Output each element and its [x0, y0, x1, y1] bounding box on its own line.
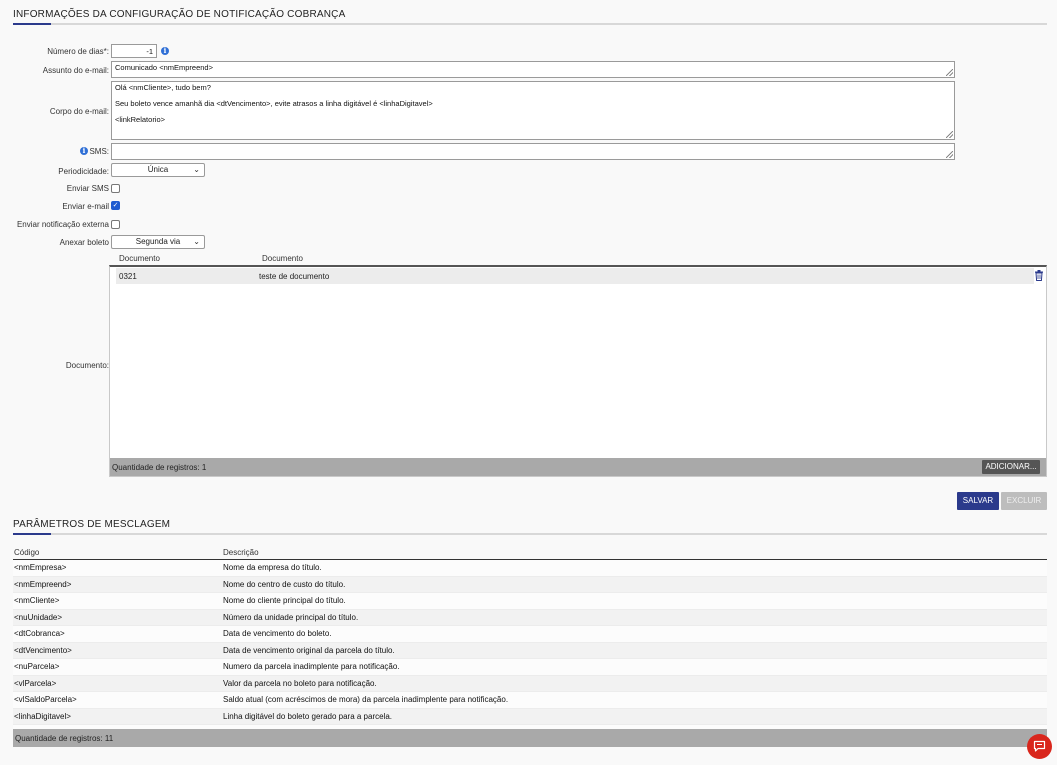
table-row[interactable]: <nmEmpresa> Nome da empresa do título. [13, 559, 1047, 577]
table-row[interactable]: 0321 teste de documento [116, 268, 1034, 284]
chat-button[interactable] [1027, 734, 1052, 759]
corpo-line-3: <linkRelatorio> [115, 115, 166, 124]
section-title-config: INFORMAÇÕES DA CONFIGURAÇÃO DE NOTIFICAÇ… [13, 9, 346, 20]
assunto-textarea[interactable]: Comunicado <nmEmpreend> [111, 61, 955, 78]
enviar-email-checkbox[interactable]: ✓ [111, 201, 120, 210]
doc-grid: 0321 teste de documento Quantidade de re… [109, 265, 1047, 477]
chevron-down-icon: ⌄ [193, 237, 200, 246]
table-row[interactable]: <nuUnidade> Número da unidade principal d… [13, 609, 1047, 626]
section-divider [13, 533, 1047, 535]
merge-table-footer: Quantidade de registros: 11 [13, 729, 1047, 747]
table-row[interactable]: <vlSaldoParcela> Saldo atual (com acrésci… [13, 691, 1047, 709]
periodicidade-label: Periodicidade: [58, 167, 109, 176]
periodicidade-select[interactable]: Única ⌄ [111, 163, 205, 177]
trash-icon[interactable] [1034, 270, 1044, 281]
col-header-codigo[interactable]: Código [13, 546, 222, 560]
resize-grip-icon[interactable] [946, 151, 953, 158]
doc-nome: teste de documento [259, 272, 330, 281]
table-row[interactable]: <dtCobranca> Data de vencimento do boleto… [13, 625, 1047, 643]
anexar-label: Anexar boleto [59, 238, 109, 247]
table-row[interactable]: <dtVencimento> Data de vencimento origina… [13, 642, 1047, 659]
merge-descricao: Nome do centro de custo do título. [222, 576, 1047, 593]
merge-codigo: <linhaDigitavel> [13, 708, 222, 725]
chevron-down-icon: ⌄ [193, 165, 200, 174]
corpo-line-2: Seu boleto vence amanhã dia <dtVenciment… [115, 99, 433, 108]
doc-grid-footer: Quantidade de registros: 1 ADICIONAR... [110, 458, 1046, 476]
merge-count: Quantidade de registros: 11 [15, 734, 114, 743]
doc-col-header[interactable]: Documento [262, 254, 303, 263]
merge-codigo: <dtCobranca> [13, 625, 222, 643]
add-document-button[interactable]: ADICIONAR... [982, 460, 1040, 474]
enviar-externa-label: Enviar notificação externa [16, 220, 109, 229]
merge-descricao: Valor da parcela no boleto para notifica… [222, 675, 1047, 692]
table-row[interactable]: <nuParcela> Numero da parcela inadimplent… [13, 658, 1047, 676]
merge-descricao: Linha digitável do boleto gerado para a … [222, 708, 1047, 725]
periodicidade-value: Única [147, 165, 169, 174]
doc-col-header[interactable]: Documento [119, 254, 160, 263]
assunto-label: Assunto do e-mail: [42, 66, 109, 75]
doc-codigo: 0321 [119, 272, 137, 281]
sms-label: SMS: [89, 147, 109, 156]
enviar-externa-checkbox[interactable] [111, 220, 120, 229]
enviar-email-label: Enviar e-mail [62, 202, 109, 211]
merge-descricao: Numero da parcela inadimplente para noti… [222, 658, 1047, 676]
corpo-label: Corpo do e-mail: [49, 107, 109, 116]
section-title-merge: PARÂMETROS DE MESCLAGEM [13, 519, 171, 530]
enviar-sms-label: Enviar SMS [66, 184, 109, 193]
corpo-line-1: Olá <nmCliente>, tudo bem? [115, 83, 211, 92]
merge-codigo: <dtVencimento> [13, 642, 222, 659]
resize-grip-icon[interactable] [946, 131, 953, 138]
merge-params-table: Código Descrição <nmEmpresa> Nome da empr… [13, 546, 1047, 742]
assunto-value: Comunicado <nmEmpreend> [115, 63, 213, 72]
merge-descricao: Data de vencimento do boleto. [222, 625, 1047, 643]
table-row[interactable]: <vlParcela> Valor da parcela no boleto pa… [13, 675, 1047, 692]
anexar-value: Segunda via [135, 237, 181, 246]
table-row[interactable]: <nmEmpreend> Nome do centro de custo do t… [13, 576, 1047, 593]
col-header-descricao[interactable]: Descrição [222, 546, 1047, 560]
info-icon[interactable]: i [80, 147, 88, 155]
merge-codigo: <nuUnidade> [13, 609, 222, 626]
doc-count: Quantidade de registros: 1 [112, 463, 207, 472]
merge-descricao: Nome da empresa do título. [222, 559, 1047, 577]
merge-descricao: Saldo atual (com acréscimos de mora) da … [222, 691, 1047, 709]
sms-textarea[interactable] [111, 143, 955, 160]
resize-grip-icon[interactable] [946, 69, 953, 76]
dias-label: Número de dias*: [47, 47, 109, 56]
merge-codigo: <nuParcela> [13, 658, 222, 676]
merge-codigo: <vlParcela> [13, 675, 222, 692]
documento-label: Documento: [65, 361, 109, 370]
dias-input[interactable]: -1 [111, 44, 157, 58]
table-row[interactable]: <nmCliente> Nome do cliente principal do … [13, 592, 1047, 610]
merge-descricao: Nome do cliente principal do título. [222, 592, 1047, 610]
corpo-textarea[interactable]: Olá <nmCliente>, tudo bem? Seu boleto ve… [111, 81, 955, 140]
section-divider [13, 23, 1047, 25]
merge-codigo: <nmEmpreend> [13, 576, 222, 593]
save-button[interactable]: SALVAR [957, 492, 999, 510]
table-row[interactable]: <linhaDigitavel> Linha digitável do bolet… [13, 708, 1047, 725]
info-icon[interactable]: i [161, 47, 169, 55]
merge-codigo: <nmEmpresa> [13, 559, 222, 577]
merge-descricao: Data de vencimento original da parcela d… [222, 642, 1047, 659]
merge-codigo: <vlSaldoParcela> [13, 691, 222, 709]
chat-icon [1033, 740, 1046, 752]
enviar-sms-checkbox[interactable] [111, 184, 120, 193]
delete-button[interactable]: EXCLUIR [1001, 492, 1047, 510]
merge-codigo: <nmCliente> [13, 592, 222, 610]
merge-descricao: Número da unidade principal do título. [222, 609, 1047, 626]
anexar-select[interactable]: Segunda via ⌄ [111, 235, 205, 249]
